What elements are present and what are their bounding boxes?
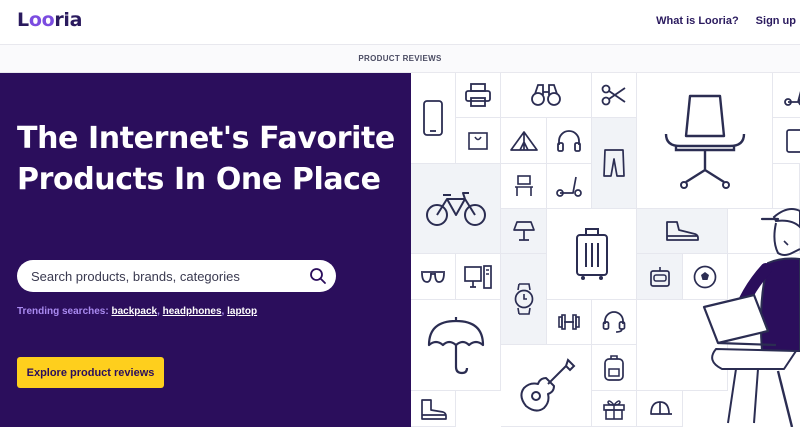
- gift-icon: [603, 399, 625, 420]
- kick-scooter-icon: [556, 176, 582, 197]
- grid-cell: [501, 73, 592, 118]
- logo-text: Looria: [17, 9, 83, 31]
- grid-cell: [637, 254, 683, 300]
- bag-icon: [468, 131, 488, 150]
- headset-icon: [602, 311, 626, 333]
- grid-cell: [456, 118, 501, 164]
- trending-link-backpack[interactable]: backpack: [111, 306, 157, 317]
- scooter-icon: [784, 91, 800, 106]
- printer-icon: [465, 83, 491, 107]
- grid-cell: [411, 254, 456, 300]
- grid-cell: [411, 164, 501, 254]
- grid-cell: [547, 209, 637, 300]
- search-icon[interactable]: [308, 266, 328, 286]
- grid-cell: [411, 73, 456, 164]
- grid-cell: [501, 254, 547, 345]
- grid-cell: [547, 300, 592, 345]
- trending-link-headphones[interactable]: headphones: [163, 306, 222, 317]
- dumbbell-icon: [558, 314, 580, 330]
- grid-cell: [411, 391, 456, 427]
- product-icon-grid: [411, 73, 800, 427]
- tablet-icon: [786, 128, 800, 153]
- grid-cell: [592, 391, 637, 427]
- nav-what-is-looria[interactable]: What is Looria?: [656, 15, 739, 27]
- boot-icon: [421, 398, 447, 420]
- grid-cell: [411, 300, 501, 391]
- grid-cell: [547, 118, 592, 164]
- grid-cell: [592, 73, 637, 118]
- hero-title: The Internet's Favorite Products In One …: [17, 121, 395, 197]
- search-bar: [17, 260, 336, 292]
- person-with-laptop-icon: [702, 208, 800, 427]
- backpack-icon: [604, 354, 624, 381]
- trending-searches: Trending searches: backpack, headphones,…: [17, 306, 258, 317]
- trending-link-laptop[interactable]: laptop: [227, 306, 257, 317]
- grid-cell: [773, 118, 800, 164]
- subnav-product-reviews[interactable]: PRODUCT REVIEWS: [358, 54, 441, 63]
- sunglasses-icon: [421, 270, 445, 283]
- grid-cell: [773, 73, 800, 118]
- grid-cell: [501, 118, 547, 164]
- grid-cell: [592, 118, 637, 209]
- grid-cell: [547, 164, 592, 209]
- office-chair-icon: [664, 94, 745, 189]
- robot-icon: [649, 266, 670, 287]
- suitcase-icon: [575, 228, 608, 280]
- stool-icon: [514, 175, 533, 196]
- grid-cell: [592, 300, 637, 345]
- bicycle-icon: [425, 191, 486, 226]
- top-nav: What is Looria? Sign up: [656, 15, 796, 27]
- nav-sign-up[interactable]: Sign up: [756, 15, 796, 27]
- cap-icon: [649, 400, 672, 415]
- grid-cell: [456, 254, 501, 300]
- watch-icon: [514, 283, 533, 315]
- headphones-icon: [557, 129, 581, 152]
- grid-cell: [592, 345, 637, 391]
- grid-cell: [637, 391, 683, 427]
- trending-label: Trending searches:: [17, 306, 109, 317]
- hero-section: The Internet's Favorite Products In One …: [0, 73, 411, 427]
- grid-cell: [456, 73, 501, 118]
- smartphone-icon: [423, 100, 443, 136]
- grid-cell: [501, 209, 547, 254]
- grid-cell: [501, 164, 547, 209]
- grid-cell: [637, 73, 773, 209]
- sub-nav: PRODUCT REVIEWS: [0, 45, 800, 73]
- site-header: Looria What is Looria? Sign up: [0, 0, 800, 45]
- lamp-icon: [512, 221, 535, 241]
- scissors-icon: [601, 84, 626, 106]
- explore-product-reviews-button[interactable]: Explore product reviews: [17, 357, 164, 388]
- tent-icon: [509, 130, 538, 151]
- looria-logo[interactable]: Looria: [17, 9, 82, 31]
- sneaker-icon: [666, 221, 699, 241]
- umbrella-icon: [427, 317, 484, 375]
- computer-icon: [464, 264, 492, 289]
- grid-cell: [501, 345, 592, 427]
- search-input[interactable]: [31, 260, 301, 292]
- binoculars-icon: [531, 84, 561, 106]
- pants-icon: [603, 149, 625, 177]
- guitar-icon: [520, 357, 576, 412]
